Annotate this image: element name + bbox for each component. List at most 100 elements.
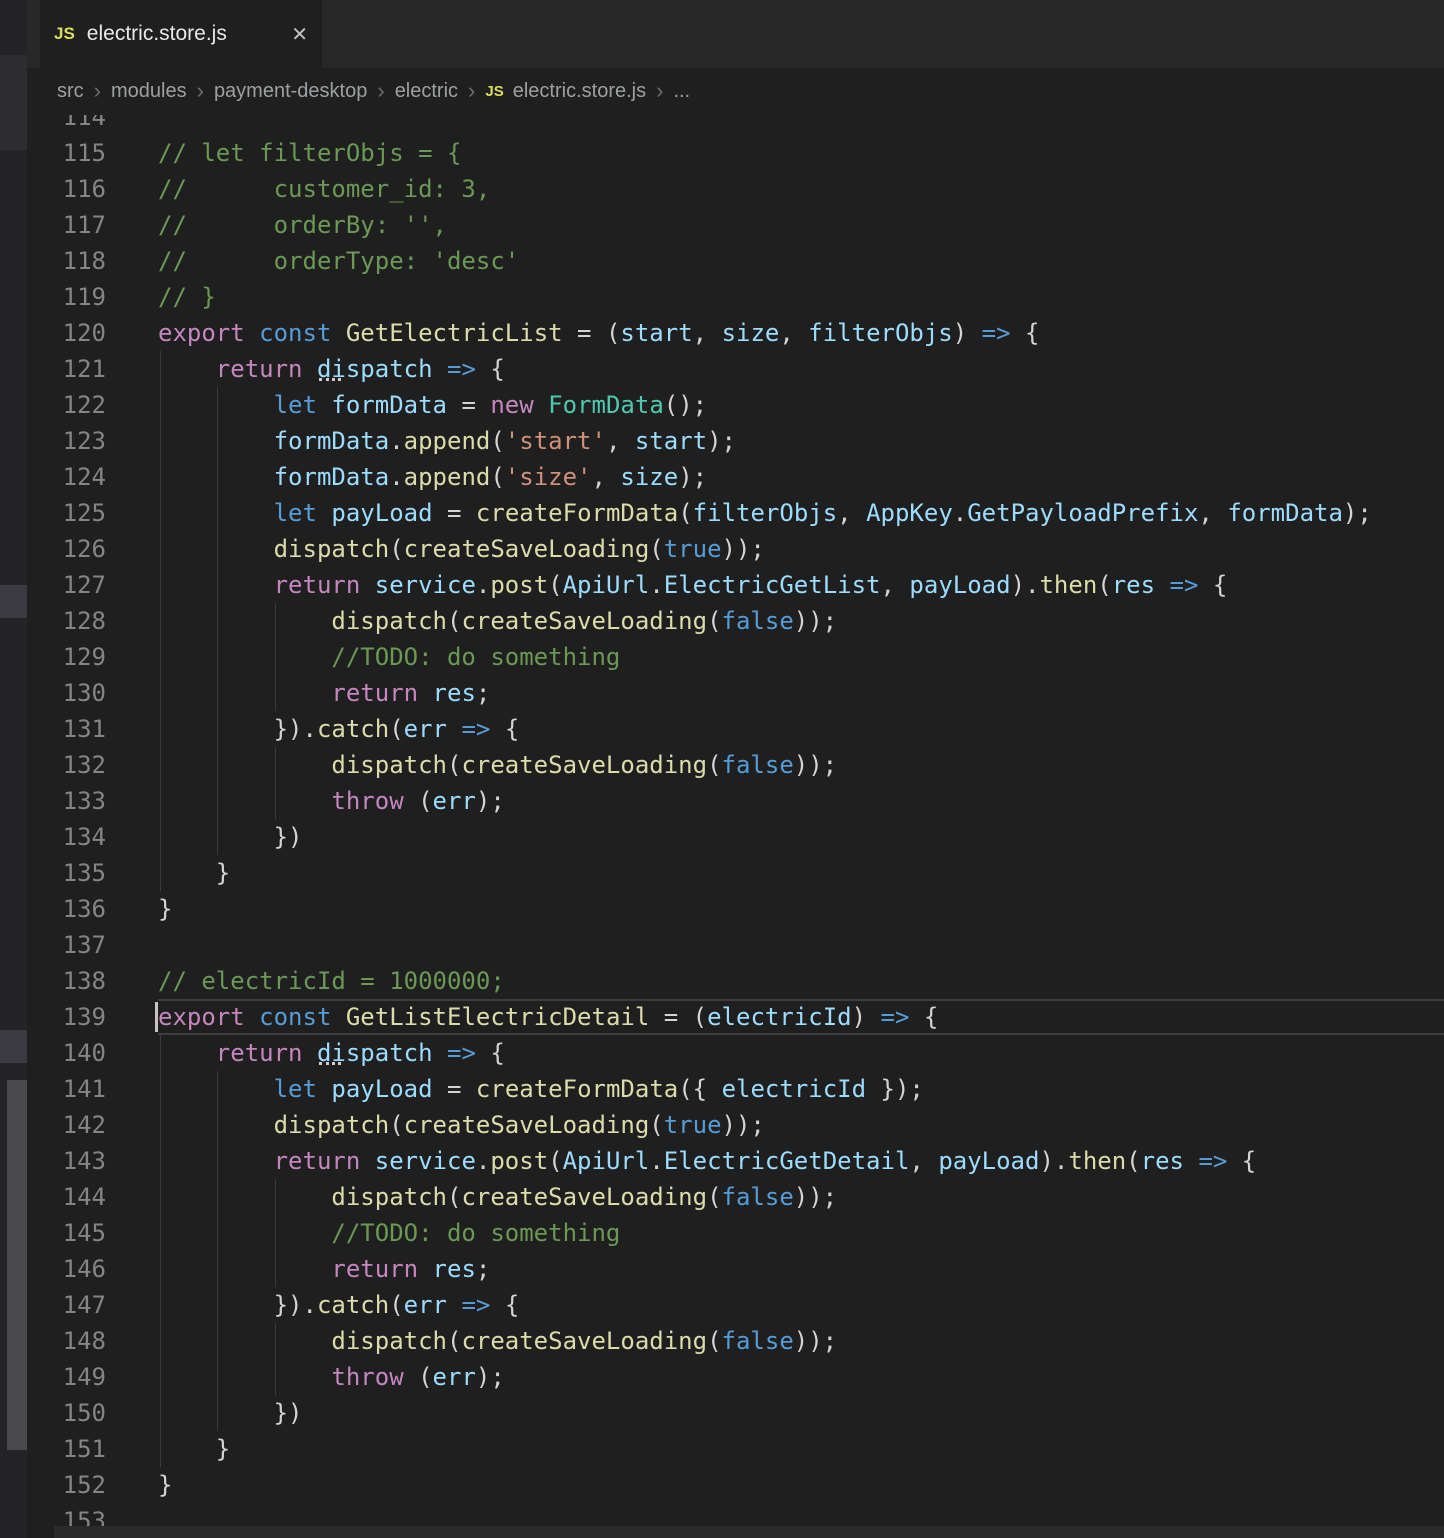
code-line-content[interactable] — [158, 927, 1444, 963]
code-line[interactable]: 129 //TODO: do something — [27, 639, 1444, 675]
code-token: = ( — [563, 319, 621, 347]
line-number: 137 — [27, 927, 106, 963]
code-line-content[interactable]: // orderBy: '', — [158, 207, 1444, 243]
code-line-content[interactable]: // customer_id: 3, — [158, 171, 1444, 207]
code-line-content[interactable]: return service.post(ApiUrl.ElectricGetDe… — [158, 1143, 1444, 1179]
code-line-content[interactable]: export const GetListElectricDetail = (el… — [158, 999, 1444, 1035]
code-line-content[interactable]: } — [158, 1467, 1444, 1503]
code-line[interactable]: 152} — [27, 1467, 1444, 1503]
code-line[interactable]: 150 }) — [27, 1395, 1444, 1431]
close-icon[interactable]: ✕ — [291, 22, 308, 47]
code-line[interactable]: 117// orderBy: '', — [27, 207, 1444, 243]
code-line-content[interactable]: }).catch(err => { — [158, 711, 1444, 747]
code-line-content[interactable]: return dispatch => { — [158, 351, 1444, 387]
code-line-content[interactable]: dispatch(createSaveLoading(false)); — [158, 747, 1444, 783]
breadcrumb-item[interactable]: electric.store.js — [513, 80, 646, 103]
code-line-content[interactable]: let payLoad = createFormData(filterObjs,… — [158, 495, 1444, 531]
indent-guide — [217, 603, 218, 639]
code-line[interactable]: 126 dispatch(createSaveLoading(true)); — [27, 531, 1444, 567]
code-token: let — [274, 391, 317, 419]
code-line[interactable]: 138// electricId = 1000000; — [27, 963, 1444, 999]
code-line-content[interactable]: export const GetElectricList = (start, s… — [158, 315, 1444, 351]
code-line[interactable]: 151 } — [27, 1431, 1444, 1467]
code-line[interactable]: 140 return dispatch => { — [27, 1035, 1444, 1071]
code-line-content[interactable]: }) — [158, 1395, 1444, 1431]
code-line-content[interactable]: // let filterObjs = { — [158, 135, 1444, 171]
code-line-content[interactable]: //TODO: do something — [158, 639, 1444, 675]
breadcrumb-item[interactable]: ... — [673, 80, 690, 103]
code-line[interactable]: 124 formData.append('size', size); — [27, 459, 1444, 495]
breadcrumb-item[interactable]: electric — [395, 80, 458, 103]
code-token: return — [216, 1039, 303, 1067]
code-line-content[interactable]: formData.append('start', start); — [158, 423, 1444, 459]
breadcrumb-item[interactable]: src — [57, 80, 84, 103]
code-line-content[interactable]: throw (err); — [158, 783, 1444, 819]
code-line-content[interactable]: formData.append('size', size); — [158, 459, 1444, 495]
code-token: { — [909, 1003, 938, 1031]
code-token: , — [779, 319, 808, 347]
code-line-content[interactable]: return res; — [158, 675, 1444, 711]
code-line[interactable]: 122 let formData = new FormData(); — [27, 387, 1444, 423]
code-line[interactable]: 147 }).catch(err => { — [27, 1287, 1444, 1323]
code-line[interactable]: 123 formData.append('start', start); — [27, 423, 1444, 459]
code-line[interactable]: 114 — [27, 115, 1444, 135]
code-line[interactable]: 146 return res; — [27, 1251, 1444, 1287]
code-line[interactable]: 143 return service.post(ApiUrl.ElectricG… — [27, 1143, 1444, 1179]
code-line[interactable]: 118// orderType: 'desc' — [27, 243, 1444, 279]
code-line-content[interactable]: return dispatch => { — [158, 1035, 1444, 1071]
breadcrumb-item[interactable]: payment-desktop — [214, 80, 367, 103]
code-line[interactable]: 135 } — [27, 855, 1444, 891]
code-line-content[interactable]: }).catch(err => { — [158, 1287, 1444, 1323]
js-file-icon: JS — [485, 83, 503, 100]
code-line[interactable]: 115// let filterObjs = { — [27, 135, 1444, 171]
horizontal-scrollbar[interactable] — [54, 1526, 1444, 1538]
code-line[interactable]: 121 return dispatch => { — [27, 351, 1444, 387]
code-line-content[interactable] — [158, 115, 1444, 135]
code-line-content[interactable]: dispatch(createSaveLoading(true)); — [158, 531, 1444, 567]
code-line-content[interactable]: let formData = new FormData(); — [158, 387, 1444, 423]
line-number: 139 — [27, 999, 106, 1035]
code-line-content[interactable]: }) — [158, 819, 1444, 855]
code-line-content[interactable]: dispatch(createSaveLoading(true)); — [158, 1107, 1444, 1143]
code-line[interactable]: 127 return service.post(ApiUrl.ElectricG… — [27, 567, 1444, 603]
code-token: { — [490, 1291, 519, 1319]
code-line-content[interactable]: } — [158, 1431, 1444, 1467]
code-line-content[interactable]: } — [158, 891, 1444, 927]
code-line[interactable]: 133 throw (err); — [27, 783, 1444, 819]
code-line[interactable]: 116// customer_id: 3, — [27, 171, 1444, 207]
code-line[interactable]: 128 dispatch(createSaveLoading(false)); — [27, 603, 1444, 639]
code-editor[interactable]: 114115// let filterObjs = {116// custome… — [27, 115, 1444, 1538]
code-line[interactable]: 131 }).catch(err => { — [27, 711, 1444, 747]
vertical-scrollbar-thumb[interactable] — [7, 1080, 27, 1450]
code-line[interactable]: 134 }) — [27, 819, 1444, 855]
tab-electric-store-js[interactable]: JS electric.store.js ✕ — [40, 0, 322, 68]
code-line-content[interactable]: return service.post(ApiUrl.ElectricGetLi… — [158, 567, 1444, 603]
code-line-content[interactable]: dispatch(createSaveLoading(false)); — [158, 1179, 1444, 1215]
code-line[interactable]: 136} — [27, 891, 1444, 927]
code-line[interactable]: 132 dispatch(createSaveLoading(false)); — [27, 747, 1444, 783]
code-line[interactable]: 142 dispatch(createSaveLoading(true)); — [27, 1107, 1444, 1143]
code-line-content[interactable]: } — [158, 855, 1444, 891]
code-line[interactable]: 139 export const GetListElectricDetail = … — [27, 999, 1444, 1035]
text-cursor — [155, 1002, 158, 1032]
breadcrumb-item[interactable]: modules — [111, 80, 187, 103]
code-line-content[interactable]: let payLoad = createFormData({ electricI… — [158, 1071, 1444, 1107]
code-line-content[interactable]: // } — [158, 279, 1444, 315]
code-line-content[interactable]: // electricId = 1000000; — [158, 963, 1444, 999]
code-line-content[interactable]: dispatch(createSaveLoading(false)); — [158, 603, 1444, 639]
code-line[interactable]: 145 //TODO: do something — [27, 1215, 1444, 1251]
code-line[interactable]: 120export const GetElectricList = (start… — [27, 315, 1444, 351]
code-line-content[interactable]: return res; — [158, 1251, 1444, 1287]
code-line[interactable]: 137 — [27, 927, 1444, 963]
code-line[interactable]: 141 let payLoad = createFormData({ elect… — [27, 1071, 1444, 1107]
code-line[interactable]: 130 return res; — [27, 675, 1444, 711]
code-line[interactable]: 119// } — [27, 279, 1444, 315]
code-line-content[interactable]: // orderType: 'desc' — [158, 243, 1444, 279]
code-line[interactable]: 144 dispatch(createSaveLoading(false)); — [27, 1179, 1444, 1215]
code-line[interactable]: 149 throw (err); — [27, 1359, 1444, 1395]
code-line[interactable]: 148 dispatch(createSaveLoading(false)); — [27, 1323, 1444, 1359]
code-line-content[interactable]: //TODO: do something — [158, 1215, 1444, 1251]
code-line[interactable]: 125 let payLoad = createFormData(filterO… — [27, 495, 1444, 531]
code-line-content[interactable]: dispatch(createSaveLoading(false)); — [158, 1323, 1444, 1359]
code-line-content[interactable]: throw (err); — [158, 1359, 1444, 1395]
